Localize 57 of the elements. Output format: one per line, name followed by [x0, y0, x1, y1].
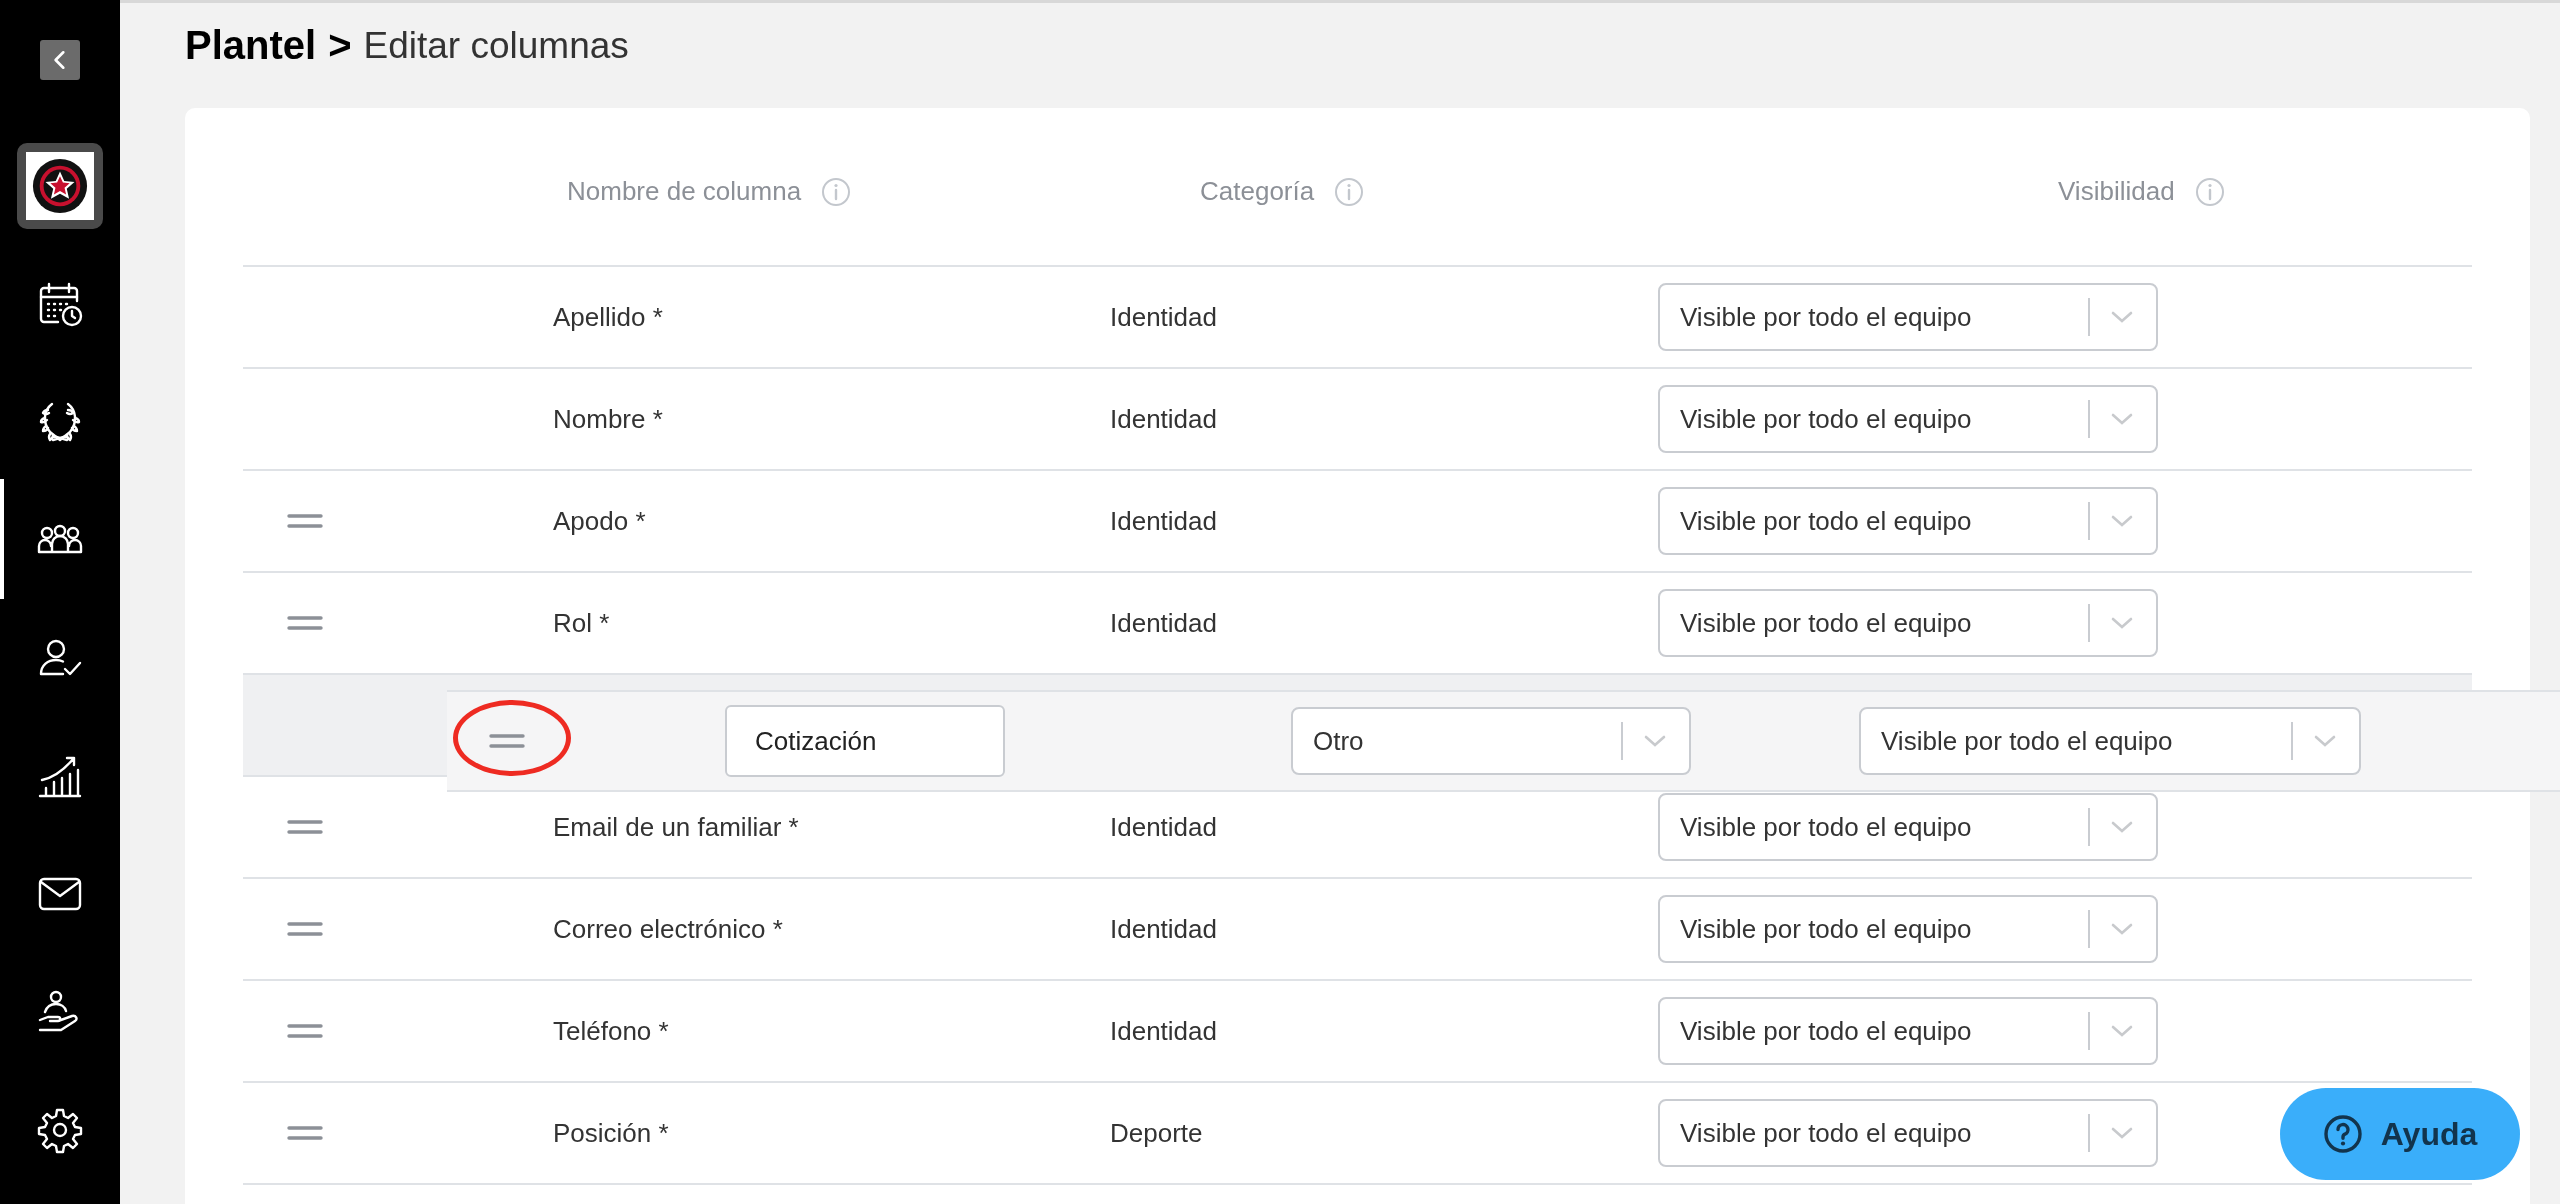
category-dropdown[interactable]: Otro — [1291, 707, 1691, 775]
column-header: Visibilidad — [2058, 176, 2175, 207]
category-text: Identidad — [1110, 505, 1218, 537]
settings-nav-button[interactable] — [36, 1106, 84, 1154]
dragged-row[interactable]: Cotización Otro Visible por todo el equipo — [447, 690, 2560, 792]
category-text: Identidad — [1110, 403, 1218, 435]
visibility-dropdown[interactable]: Visible por todo el equipo — [1658, 1099, 2158, 1167]
visibility-dropdown[interactable]: Visible por todo el equipo — [1658, 385, 2158, 453]
visibility-dropdown[interactable]: Visible por todo el equipo — [1658, 487, 2158, 555]
chevron-down-icon — [2313, 734, 2337, 748]
visibility-dropdown[interactable]: Visible por todo el equipo — [1658, 895, 2158, 963]
category-text: Identidad — [1110, 811, 1218, 843]
chevron-down-icon — [2110, 514, 2134, 528]
club-crest-icon — [31, 157, 89, 215]
chevron-down-icon — [1643, 734, 1667, 748]
visibility-dropdown[interactable]: Visible por todo el equipo — [1658, 793, 2158, 861]
visibility-dropdown[interactable]: Visible por todo el equipo — [1658, 589, 2158, 657]
drag-handle-icon[interactable] — [489, 734, 525, 748]
breadcrumb-separator: > — [328, 23, 352, 68]
column-name: Email de un familiar * — [553, 811, 800, 843]
column-name: Posición * — [553, 1117, 670, 1149]
column-name-field[interactable]: Cotización — [725, 705, 1005, 777]
club-logo-button[interactable] — [17, 143, 103, 229]
category-text: Identidad — [1110, 913, 1218, 945]
chevron-down-icon — [2110, 922, 2134, 936]
chevron-down-icon — [2110, 412, 2134, 426]
column-name: Apodo * — [553, 505, 647, 537]
drag-handle-icon[interactable] — [287, 820, 323, 834]
chevron-down-icon — [2110, 1024, 2134, 1038]
category-text: Deporte — [1110, 1117, 1204, 1149]
column-header: Categoría — [1200, 176, 1315, 207]
question-icon — [2322, 1114, 2363, 1154]
drag-handle-icon[interactable] — [287, 514, 323, 528]
chevron-down-icon — [2110, 616, 2134, 630]
drag-handle-icon[interactable] — [287, 1024, 323, 1038]
column-name: Nombre * — [553, 403, 664, 435]
visibility-dropdown[interactable]: Visible por todo el equipo — [1658, 997, 2158, 1065]
column-name: Apellido * — [553, 301, 664, 333]
chevron-down-icon — [2110, 310, 2134, 324]
visibility-dropdown[interactable]: Visible por todo el equipo — [1859, 707, 2361, 775]
chevron-down-icon — [2110, 820, 2134, 834]
help-button[interactable]: Ayuda — [2280, 1088, 2520, 1180]
breadcrumb-link[interactable]: Plantel — [185, 23, 317, 68]
back-button[interactable] — [40, 40, 80, 80]
column-name: Rol * — [553, 607, 611, 639]
category-text: Identidad — [1110, 1015, 1218, 1047]
column-name: Teléfono * — [553, 1015, 670, 1047]
column-name: Correo electrónico * — [553, 913, 784, 945]
visibility-dropdown[interactable]: Visible por todo el equipo — [1658, 283, 2158, 351]
drag-handle-icon[interactable] — [287, 616, 323, 630]
drag-handle-icon[interactable] — [287, 922, 323, 936]
drag-handle-icon[interactable] — [287, 1126, 323, 1140]
column-header: Nombre de columna — [567, 176, 802, 207]
page-title: Editar columnas — [363, 24, 629, 67]
chevron-down-icon — [2110, 1126, 2134, 1140]
category-text: Identidad — [1110, 301, 1218, 333]
category-text: Identidad — [1110, 607, 1218, 639]
